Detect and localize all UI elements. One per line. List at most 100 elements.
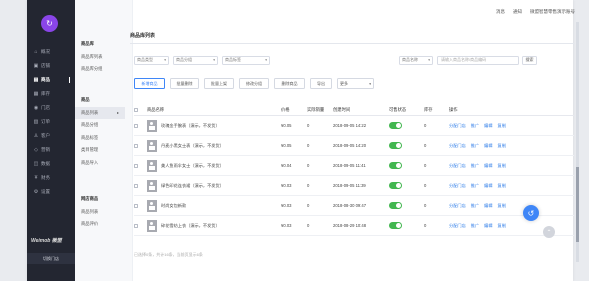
row-action-link[interactable]: 复制: [498, 123, 506, 129]
select-all-checkbox[interactable]: [134, 108, 138, 112]
product-name[interactable]: 丹麦小黑女士表（演示，不发货）: [161, 143, 224, 149]
row-checkbox[interactable]: [134, 223, 138, 228]
product-name[interactable]: 绿色印花连衣裙（演示，不发货）: [161, 183, 224, 189]
subnav-item[interactable]: 商品库分组: [81, 63, 125, 76]
subnav-item[interactable]: 商品评价: [81, 218, 125, 231]
column-header[interactable]: 商品名称: [147, 107, 281, 113]
topbar-item[interactable]: 消息: [496, 9, 505, 15]
sale-status-toggle[interactable]: [389, 202, 402, 209]
row-checkbox[interactable]: [134, 163, 138, 168]
row-action-link[interactable]: 复制: [498, 163, 506, 169]
row-action-link[interactable]: 推广: [471, 163, 479, 169]
floating-help-button[interactable]: ↺: [523, 205, 539, 221]
sidebar-item-order[interactable]: ▥ 订单: [27, 115, 75, 129]
row-action-link[interactable]: 编辑: [484, 163, 492, 169]
product-thumbnail[interactable]: [147, 219, 157, 232]
row-action-link[interactable]: 分配门店: [449, 143, 466, 149]
sale-status-toggle[interactable]: [389, 142, 402, 149]
row-action-link[interactable]: 编辑: [484, 123, 492, 129]
column-header[interactable]: 价格: [281, 107, 307, 113]
sidebar-item-grid[interactable]: ⌂ 概况: [27, 45, 75, 59]
row-action-link[interactable]: 复制: [498, 183, 506, 189]
product-name[interactable]: 碎花雪纺上衣（演示，不发货）: [161, 223, 220, 229]
search-input[interactable]: 请输入商品名称/商品编码: [437, 55, 519, 65]
sidebar-item-data[interactable]: ◫ 数据: [27, 157, 75, 171]
product-thumbnail[interactable]: [147, 139, 157, 152]
product-thumbnail[interactable]: [147, 119, 157, 132]
column-header[interactable]: 实际销量: [307, 107, 333, 113]
row-action-link[interactable]: 推广: [471, 203, 479, 209]
back-to-top-button[interactable]: ⌃: [543, 226, 555, 238]
column-header[interactable]: 操作: [449, 107, 544, 113]
row-action-link[interactable]: 复制: [498, 203, 506, 209]
action-button[interactable]: 批量删除: [170, 78, 199, 89]
sidebar-item-settings[interactable]: ⚙ 设置: [27, 185, 75, 199]
more-actions-select[interactable]: 更多 ▾: [337, 78, 374, 89]
switch-store-link[interactable]: 切换门店: [27, 253, 75, 264]
sale-status-toggle[interactable]: [389, 162, 402, 169]
sidebar-item-store[interactable]: ▣ 店铺: [27, 59, 75, 73]
product-group-select[interactable]: 商品分组 ▾: [173, 55, 218, 65]
sidebar-item-customer[interactable]: ♙ 客户: [27, 129, 75, 143]
row-action-link[interactable]: 分配门店: [449, 183, 466, 189]
row-checkbox[interactable]: [134, 143, 138, 148]
row-action-link[interactable]: 编辑: [484, 143, 492, 149]
action-button[interactable]: 修改分组: [239, 78, 269, 89]
product-name[interactable]: 玫瑰金手腕表（演示，不发货）: [161, 123, 220, 129]
product-thumbnail[interactable]: [147, 179, 157, 192]
row-action-link[interactable]: 推广: [471, 123, 479, 129]
row-action-link[interactable]: 推广: [471, 183, 479, 189]
row-action-link[interactable]: 分配门店: [449, 123, 466, 129]
product-tag-select[interactable]: 商品标签 ▾: [222, 55, 270, 65]
topbar-item[interactable]: 微盟智慧零售演示账号: [530, 9, 575, 15]
page-scrollbar[interactable]: [576, 22, 579, 262]
subnav-item[interactable]: 商品列表 ▸: [75, 106, 125, 119]
row-action-link[interactable]: 编辑: [484, 223, 492, 229]
row-action-link[interactable]: 编辑: [484, 203, 492, 209]
product-type-select[interactable]: 商品类型 ▾: [134, 55, 169, 65]
subnav-item[interactable]: 商品分组: [81, 119, 125, 132]
row-checkbox[interactable]: [134, 203, 138, 208]
product-thumbnail[interactable]: [147, 159, 157, 172]
subnav-item[interactable]: 商品列表: [81, 206, 125, 219]
app-logo[interactable]: ↻: [41, 15, 58, 32]
action-button[interactable]: 删除商品: [274, 78, 305, 89]
subnav-item[interactable]: 类目管理: [81, 144, 125, 157]
scrollbar-thumb[interactable]: [576, 167, 579, 242]
column-header[interactable]: 创建时间: [333, 107, 389, 113]
search-field-select[interactable]: 商品名称 ▾: [399, 55, 433, 65]
table-cell: 0: [307, 143, 333, 148]
action-button-label: 新增商品: [141, 80, 158, 86]
row-action-link[interactable]: 分配门店: [449, 163, 466, 169]
sidebar-item-inventory[interactable]: ▦ 库存: [27, 87, 75, 101]
column-header[interactable]: 库存: [424, 107, 449, 113]
action-button[interactable]: 批量上架: [204, 78, 234, 89]
subnav-item[interactable]: 商品导入: [81, 157, 125, 170]
subnav-item[interactable]: 商品库列表: [81, 51, 125, 64]
topbar-item[interactable]: 通知: [513, 9, 522, 15]
row-action-link[interactable]: 分配门店: [449, 223, 466, 229]
action-button[interactable]: 新增商品: [134, 78, 165, 89]
sale-status-toggle[interactable]: [389, 122, 402, 129]
product-name[interactable]: 美人鱼雨伞女士（演示，不发货）: [161, 163, 224, 169]
sidebar-item-location[interactable]: ◉ 门店: [27, 101, 75, 115]
row-action-link[interactable]: 复制: [498, 143, 506, 149]
column-header[interactable]: 可售状态: [389, 107, 424, 113]
row-action-link[interactable]: 推广: [471, 143, 479, 149]
sale-status-toggle[interactable]: [389, 182, 402, 189]
row-action-link[interactable]: 分配门店: [449, 203, 466, 209]
sidebar-item-finance[interactable]: ¥ 财务: [27, 171, 75, 185]
row-action-link[interactable]: 复制: [498, 223, 506, 229]
sidebar-item-marketing[interactable]: ◇ 营销: [27, 143, 75, 157]
subnav-item[interactable]: 商品标签: [81, 132, 125, 145]
row-action-link[interactable]: 推广: [471, 223, 479, 229]
search-button[interactable]: 搜索: [522, 55, 537, 65]
row-checkbox[interactable]: [134, 123, 138, 128]
sale-status-toggle[interactable]: [389, 222, 402, 229]
sidebar-item-goods[interactable]: ▤ 商品: [27, 73, 75, 87]
product-name[interactable]: 时尚女包新款: [161, 203, 186, 209]
product-thumbnail[interactable]: [147, 199, 157, 212]
action-button[interactable]: 导出: [310, 78, 332, 89]
row-action-link[interactable]: 编辑: [484, 183, 492, 189]
row-checkbox[interactable]: [134, 183, 138, 188]
